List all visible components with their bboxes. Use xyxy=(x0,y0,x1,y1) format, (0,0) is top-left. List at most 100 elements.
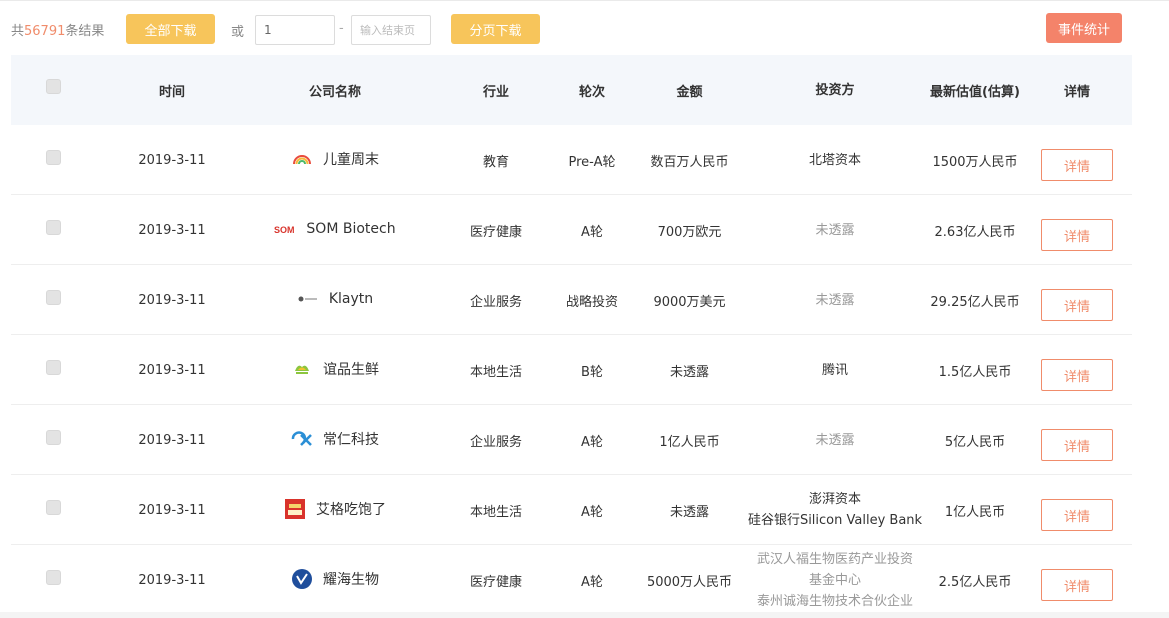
page-range-dash: - xyxy=(339,21,344,36)
row-checkbox-cell xyxy=(35,545,71,615)
detail-button[interactable]: 详情 xyxy=(1041,569,1113,601)
event-stats-button[interactable]: 事件统计 xyxy=(1046,13,1122,43)
row-checkbox[interactable] xyxy=(45,499,61,515)
row-checkbox[interactable] xyxy=(45,359,61,375)
row-checkbox[interactable] xyxy=(45,569,61,585)
company-name: 艾格吃饱了 xyxy=(316,502,386,518)
row-amount: 未透露 xyxy=(669,364,709,380)
company-link[interactable]: Klaytn xyxy=(297,288,373,310)
row-amount: 9000万美元 xyxy=(653,294,726,310)
row-company-cell: 儿童周末 xyxy=(255,125,415,195)
row-amount: 5000万人民币 xyxy=(646,574,733,590)
row-round: A轮 xyxy=(581,224,603,240)
company-name: 谊品生鲜 xyxy=(323,362,379,378)
toolbar: 共56791条结果 全部下载 或 - 分页下载 事件统计 xyxy=(0,13,1169,45)
row-checkbox-cell xyxy=(35,195,71,265)
investor-name: 武汉人福生物医药产业投资 xyxy=(756,551,913,567)
detail-button[interactable]: 详情 xyxy=(1041,219,1113,251)
row-valuation: 2.5亿人民币 xyxy=(938,574,1012,590)
row-industry: 本地生活 xyxy=(469,504,522,520)
detail-button[interactable]: 详情 xyxy=(1041,149,1113,181)
header-amount: 金额 xyxy=(676,84,703,100)
row-investor: 未透露 xyxy=(739,265,931,335)
detail-button[interactable]: 详情 xyxy=(1041,499,1113,531)
row-checkbox-cell xyxy=(35,475,71,545)
row-detail-cell: 详情 xyxy=(1038,545,1116,615)
row-industry: 教育 xyxy=(482,154,509,170)
company-name: 耀海生物 xyxy=(323,572,379,588)
row-checkbox-cell xyxy=(35,265,71,335)
row-detail-cell: 详情 xyxy=(1038,265,1116,335)
select-all-checkbox[interactable] xyxy=(45,78,61,94)
row-industry: 本地生活 xyxy=(469,364,522,380)
investor-name[interactable]: 腾讯 xyxy=(822,360,848,381)
header-company: 公司名称 xyxy=(308,84,361,100)
company-link[interactable]: 儿童周末 xyxy=(291,148,379,170)
company-link[interactable]: 常仁科技 xyxy=(291,428,379,450)
row-industry: 医疗健康 xyxy=(469,574,522,590)
row-detail-cell: 详情 xyxy=(1038,125,1116,195)
row-valuation: 29.25亿人民币 xyxy=(930,294,1020,310)
row-detail-cell: 详情 xyxy=(1038,405,1116,475)
row-checkbox[interactable] xyxy=(45,429,61,445)
investor-name[interactable]: 澎湃资本 xyxy=(809,489,861,510)
detail-button[interactable]: 详情 xyxy=(1041,429,1113,461)
row-checkbox-cell xyxy=(35,405,71,475)
row-amount: 未透露 xyxy=(669,504,709,520)
investor-name: 基金中心 xyxy=(808,572,861,588)
download-page-button[interactable]: 分页下载 xyxy=(451,14,540,44)
download-all-button[interactable]: 全部下载 xyxy=(126,14,215,44)
company-name: Klaytn xyxy=(328,291,374,307)
table-row: 2019-3-11 SOM SOM Biotech 医疗健康 A轮 700万欧元… xyxy=(11,195,1132,265)
company-link[interactable]: 艾格吃饱了 xyxy=(284,498,386,520)
company-link[interactable]: SOM SOM Biotech xyxy=(274,218,395,240)
row-round: Pre-A轮 xyxy=(568,154,616,170)
header-valuation: 最新估值(估算) xyxy=(930,84,1020,100)
row-industry: 企业服务 xyxy=(469,434,522,450)
row-investor: 澎湃资本 硅谷银行Silicon Valley Bank xyxy=(739,475,931,545)
row-time: 2019-3-11 xyxy=(138,222,206,238)
header-detail: 详情 xyxy=(1063,84,1090,100)
row-time: 2019-3-11 xyxy=(138,362,206,378)
row-round: 战略投资 xyxy=(565,294,618,310)
company-name: SOM Biotech xyxy=(306,221,396,237)
investor-name[interactable]: 硅谷银行Silicon Valley Bank xyxy=(748,510,922,531)
row-valuation: 1.5亿人民币 xyxy=(938,364,1012,380)
table-row: 2019-3-11 Klaytn 企业服务 战略投资 9000万美元 未透露 2… xyxy=(11,265,1132,335)
row-investor: 未透露 xyxy=(739,405,931,475)
row-round: B轮 xyxy=(581,364,603,380)
row-company-cell: 艾格吃饱了 xyxy=(255,475,415,545)
detail-button[interactable]: 详情 xyxy=(1041,359,1113,391)
row-time: 2019-3-11 xyxy=(138,502,206,518)
row-investor: 腾讯 xyxy=(739,335,931,405)
investor-name: 泰州诚海生物技术合伙企业 xyxy=(756,593,913,609)
row-valuation: 1亿人民币 xyxy=(944,504,1006,520)
row-amount: 700万欧元 xyxy=(657,224,722,240)
investment-table: 时间 公司名称 行业 轮次 金额 投资方 最新估值(估算) 详情 2019-3-… xyxy=(11,55,1132,615)
result-count-prefix: 共 xyxy=(11,24,25,39)
row-checkbox[interactable] xyxy=(45,219,61,235)
som-logo-text: SOM xyxy=(274,225,295,235)
bottom-divider xyxy=(0,612,1169,618)
row-time: 2019-3-11 xyxy=(138,152,206,168)
investor-name: 未透露 xyxy=(815,432,855,448)
row-detail-cell: 详情 xyxy=(1038,475,1116,545)
company-link[interactable]: 谊品生鲜 xyxy=(291,358,379,380)
row-checkbox-cell xyxy=(35,125,71,195)
company-link[interactable]: 耀海生物 xyxy=(291,568,379,590)
row-amount: 1亿人民币 xyxy=(659,434,720,450)
row-detail-cell: 详情 xyxy=(1038,335,1116,405)
klaytn-logo-icon xyxy=(297,288,319,310)
start-page-input[interactable] xyxy=(255,15,335,45)
row-industry: 医疗健康 xyxy=(469,224,522,240)
investor-name[interactable]: 北塔资本 xyxy=(809,150,861,171)
table-row: 2019-3-11 艾格吃饱了 本地生活 A轮 未透露 澎湃资本 硅谷银行Sil… xyxy=(11,475,1132,545)
detail-button[interactable]: 详情 xyxy=(1041,289,1113,321)
end-page-input[interactable] xyxy=(351,15,431,45)
row-checkbox[interactable] xyxy=(45,289,61,305)
header-time[interactable]: 时间 xyxy=(112,55,232,125)
row-amount: 数百万人民币 xyxy=(650,154,729,170)
row-round: A轮 xyxy=(581,574,603,590)
row-checkbox[interactable] xyxy=(45,149,61,165)
row-time: 2019-3-11 xyxy=(138,572,206,588)
